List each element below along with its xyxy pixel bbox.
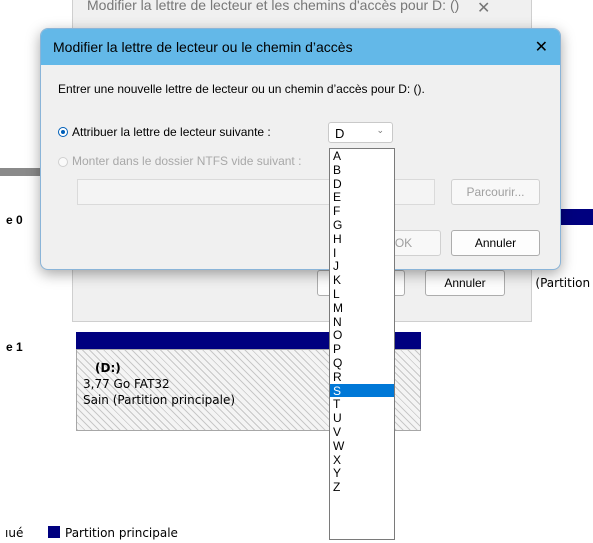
behind-dialog-cancel-button[interactable]: Annuler xyxy=(425,270,505,296)
drive-letter-select[interactable]: D ⌄ xyxy=(328,122,393,143)
drive-letter-option[interactable]: M xyxy=(330,301,394,315)
legend-unallocated-label: ıué xyxy=(5,526,24,540)
drive-letter-option[interactable]: T xyxy=(330,397,394,411)
volume-status: Sain (Partition principale) xyxy=(83,393,236,407)
dialog-instruction: Entrer une nouvelle lettre de lecteur ou… xyxy=(58,82,425,96)
drive-letter-dropdown-list[interactable]: ABDEFGHIJKLMNOPQRSTUVWXYZ xyxy=(329,148,395,540)
disk1-label: e 1 xyxy=(6,340,23,354)
legend-primary-label: Partition principale xyxy=(65,526,178,540)
mount-folder-radio[interactable] xyxy=(58,157,68,167)
assign-letter-radio[interactable] xyxy=(58,127,68,137)
drive-letter-value: D xyxy=(335,126,345,141)
drive-letter-option[interactable]: J xyxy=(330,259,394,273)
legend-primary-swatch xyxy=(48,526,60,538)
drive-letter-option[interactable]: D xyxy=(330,177,394,191)
drive-letter-option[interactable]: W xyxy=(330,439,394,453)
drive-letter-option[interactable]: N xyxy=(330,315,394,329)
volume-size: 3,77 Go FAT32 xyxy=(83,377,170,391)
legend: ıué Partition principale xyxy=(0,522,593,542)
drive-letter-option[interactable]: L xyxy=(330,287,394,301)
drive-letter-option[interactable]: Y xyxy=(330,466,394,480)
partition-right-label: n (Partition xyxy=(524,276,591,290)
drive-letter-option[interactable]: P xyxy=(330,342,394,356)
drive-letter-option[interactable]: Q xyxy=(330,356,394,370)
behind-dialog-title: Modifier la lettre de lecteur et les che… xyxy=(87,0,460,13)
behind-dialog-close-icon[interactable]: ✕ xyxy=(477,0,490,17)
drive-letter-option[interactable]: R xyxy=(330,370,394,384)
cancel-button[interactable]: Annuler xyxy=(451,230,540,256)
drive-letter-option[interactable]: O xyxy=(330,328,394,342)
drive-letter-option[interactable]: V xyxy=(330,425,394,439)
dialog-titlebar[interactable]: Modifier la lettre de lecteur ou le chem… xyxy=(41,29,560,65)
drive-letter-option[interactable]: E xyxy=(330,190,394,204)
drive-letter-option[interactable]: G xyxy=(330,218,394,232)
browse-button: Parcourir... xyxy=(451,179,540,205)
drive-letter-option[interactable]: K xyxy=(330,273,394,287)
drive-letter-option[interactable]: S xyxy=(330,383,394,398)
assign-letter-label[interactable]: Attribuer la lettre de lecteur suivante … xyxy=(72,125,271,139)
volume-info: (D:) 3,77 Go FAT32 Sain (Partition princ… xyxy=(83,360,323,408)
drive-letter-option[interactable]: F xyxy=(330,204,394,218)
drive-letter-option[interactable]: Z xyxy=(330,480,394,494)
change-drive-letter-dialog: Modifier la lettre de lecteur ou le chem… xyxy=(40,28,561,270)
disk0-label: e 0 xyxy=(6,213,23,227)
drive-letter-option[interactable]: A xyxy=(330,149,394,163)
dialog-title: Modifier la lettre de lecteur ou le chem… xyxy=(53,39,353,55)
chevron-down-icon: ⌄ xyxy=(376,126,384,136)
drive-letter-option[interactable]: U xyxy=(330,411,394,425)
volume-name: (D:) xyxy=(95,361,121,375)
drive-letter-option[interactable]: B xyxy=(330,163,394,177)
drive-letter-option[interactable]: I xyxy=(330,246,394,260)
mount-folder-label: Monter dans le dossier NTFS vide suivant… xyxy=(72,154,302,168)
close-icon[interactable]: ✕ xyxy=(535,37,548,56)
drive-letter-option[interactable]: H xyxy=(330,232,394,246)
drive-letter-option[interactable]: X xyxy=(330,453,394,467)
